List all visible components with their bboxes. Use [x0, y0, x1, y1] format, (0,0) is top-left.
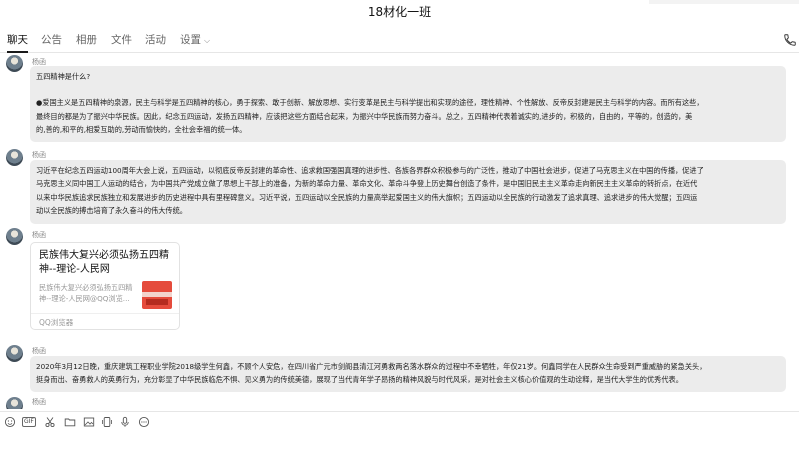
- microphone-icon[interactable]: [119, 416, 131, 428]
- message-bubble[interactable]: 五四精神是什么? ●爱国主义是五四精神的泉源，民主与科学是五四精神的核心，勇于探…: [30, 66, 786, 142]
- avatar[interactable]: [6, 345, 23, 362]
- tab-settings-label: 设置: [180, 34, 201, 46]
- gif-icon[interactable]: GIF: [22, 417, 36, 427]
- window-controls: [649, 0, 799, 4]
- message-text: 习近平在纪念五四运动100周年大会上说，五四运动，以彻底反帝反封建的革命性、追求…: [36, 166, 704, 175]
- message-text: 的,善的,和平的,相爱互助的,劳动而愉快的，全社会幸福的统一体。: [36, 125, 247, 135]
- tab-chat[interactable]: 聊天: [7, 32, 28, 53]
- chevron-down-icon: ⌵: [204, 36, 211, 45]
- tab-album[interactable]: 相册: [76, 32, 97, 47]
- tab-activities[interactable]: 活动: [145, 32, 166, 47]
- link-card-thumbnail: [142, 281, 172, 309]
- window-title: 18材化一班: [367, 5, 432, 19]
- tab-bar: 聊天 公告 相册 文件 活动 设置 ⌵: [0, 30, 799, 53]
- message-input[interactable]: [0, 432, 799, 450]
- message-text: 以来中华民族追求民族独立和发展进步的历史进程中具有里程碑意义。习近平说，五四运动…: [36, 192, 698, 202]
- link-card-title: 民族伟大复兴必须弘扬五四精神--理论-人民网: [39, 250, 169, 275]
- message-bubble[interactable]: 2020年3月12日晚，重庆建筑工程职业学院2018级学生何鑫，不顾个人安危，在…: [30, 356, 786, 392]
- title-bar: 18材化一班: [0, 0, 799, 26]
- sender-name: 杨函: [32, 347, 46, 355]
- message-text: 动以全民族的搏击培育了永久奋斗的伟大传统。: [36, 206, 187, 216]
- message-text: ●爱国主义是五四精神的泉源，民主与科学是五四精神的核心，勇于探索、敢于创新、解放…: [36, 98, 704, 108]
- avatar[interactable]: [6, 397, 23, 409]
- message-text: 最终目的都是为了振兴中华民族。因此，纪念五四运动，发扬五四精神，应该把这些方面结…: [36, 111, 693, 121]
- message-text: 五四精神是什么?: [36, 72, 91, 81]
- input-toolbar: GIF: [0, 411, 799, 432]
- sender-name: 杨函: [32, 231, 46, 239]
- folder-icon[interactable]: [64, 416, 76, 428]
- message-text: 2020年3月12日晚，重庆建筑工程职业学院2018级学生何鑫，不顾个人安危，在…: [36, 362, 707, 371]
- tab-announcements[interactable]: 公告: [41, 32, 62, 47]
- avatar[interactable]: [6, 149, 23, 166]
- shake-icon[interactable]: [101, 416, 113, 428]
- tab-files[interactable]: 文件: [111, 32, 132, 47]
- image-icon[interactable]: [83, 416, 95, 428]
- sender-name: 杨函: [32, 398, 46, 406]
- link-card-source: QQ浏览器: [31, 313, 179, 329]
- avatar[interactable]: [6, 228, 23, 245]
- link-card-description: 民族伟大复兴必须弘扬五四精神--理论-人民网@QQ浏览...: [39, 283, 133, 303]
- message-text: 挺身而出、奋勇救人的英勇行为，充分彰显了中华民族临危不惧、见义勇为的传统美德，展…: [36, 375, 683, 385]
- message-bubble[interactable]: 习近平在纪念五四运动100周年大会上说，五四运动，以彻底反帝反封建的革命性、追求…: [30, 160, 786, 224]
- sender-name: 杨函: [32, 151, 46, 159]
- message-text: 马克思主义同中国工人运动的结合，为中国共产党成立做了思想上干部上的准备，为新的革…: [36, 179, 698, 189]
- chat-history[interactable]: 杨函 五四精神是什么? ●爱国主义是五四精神的泉源，民主与科学是五四精神的核心，…: [0, 53, 799, 409]
- link-card[interactable]: 民族伟大复兴必须弘扬五四精神--理论-人民网 民族伟大复兴必须弘扬五四精神--理…: [30, 242, 180, 330]
- scissors-icon[interactable]: [44, 416, 56, 428]
- tab-settings[interactable]: 设置 ⌵: [180, 32, 210, 47]
- avatar[interactable]: [6, 55, 23, 72]
- phone-icon[interactable]: [783, 32, 797, 46]
- smiley-icon[interactable]: [4, 416, 16, 428]
- more-icon[interactable]: [138, 416, 150, 428]
